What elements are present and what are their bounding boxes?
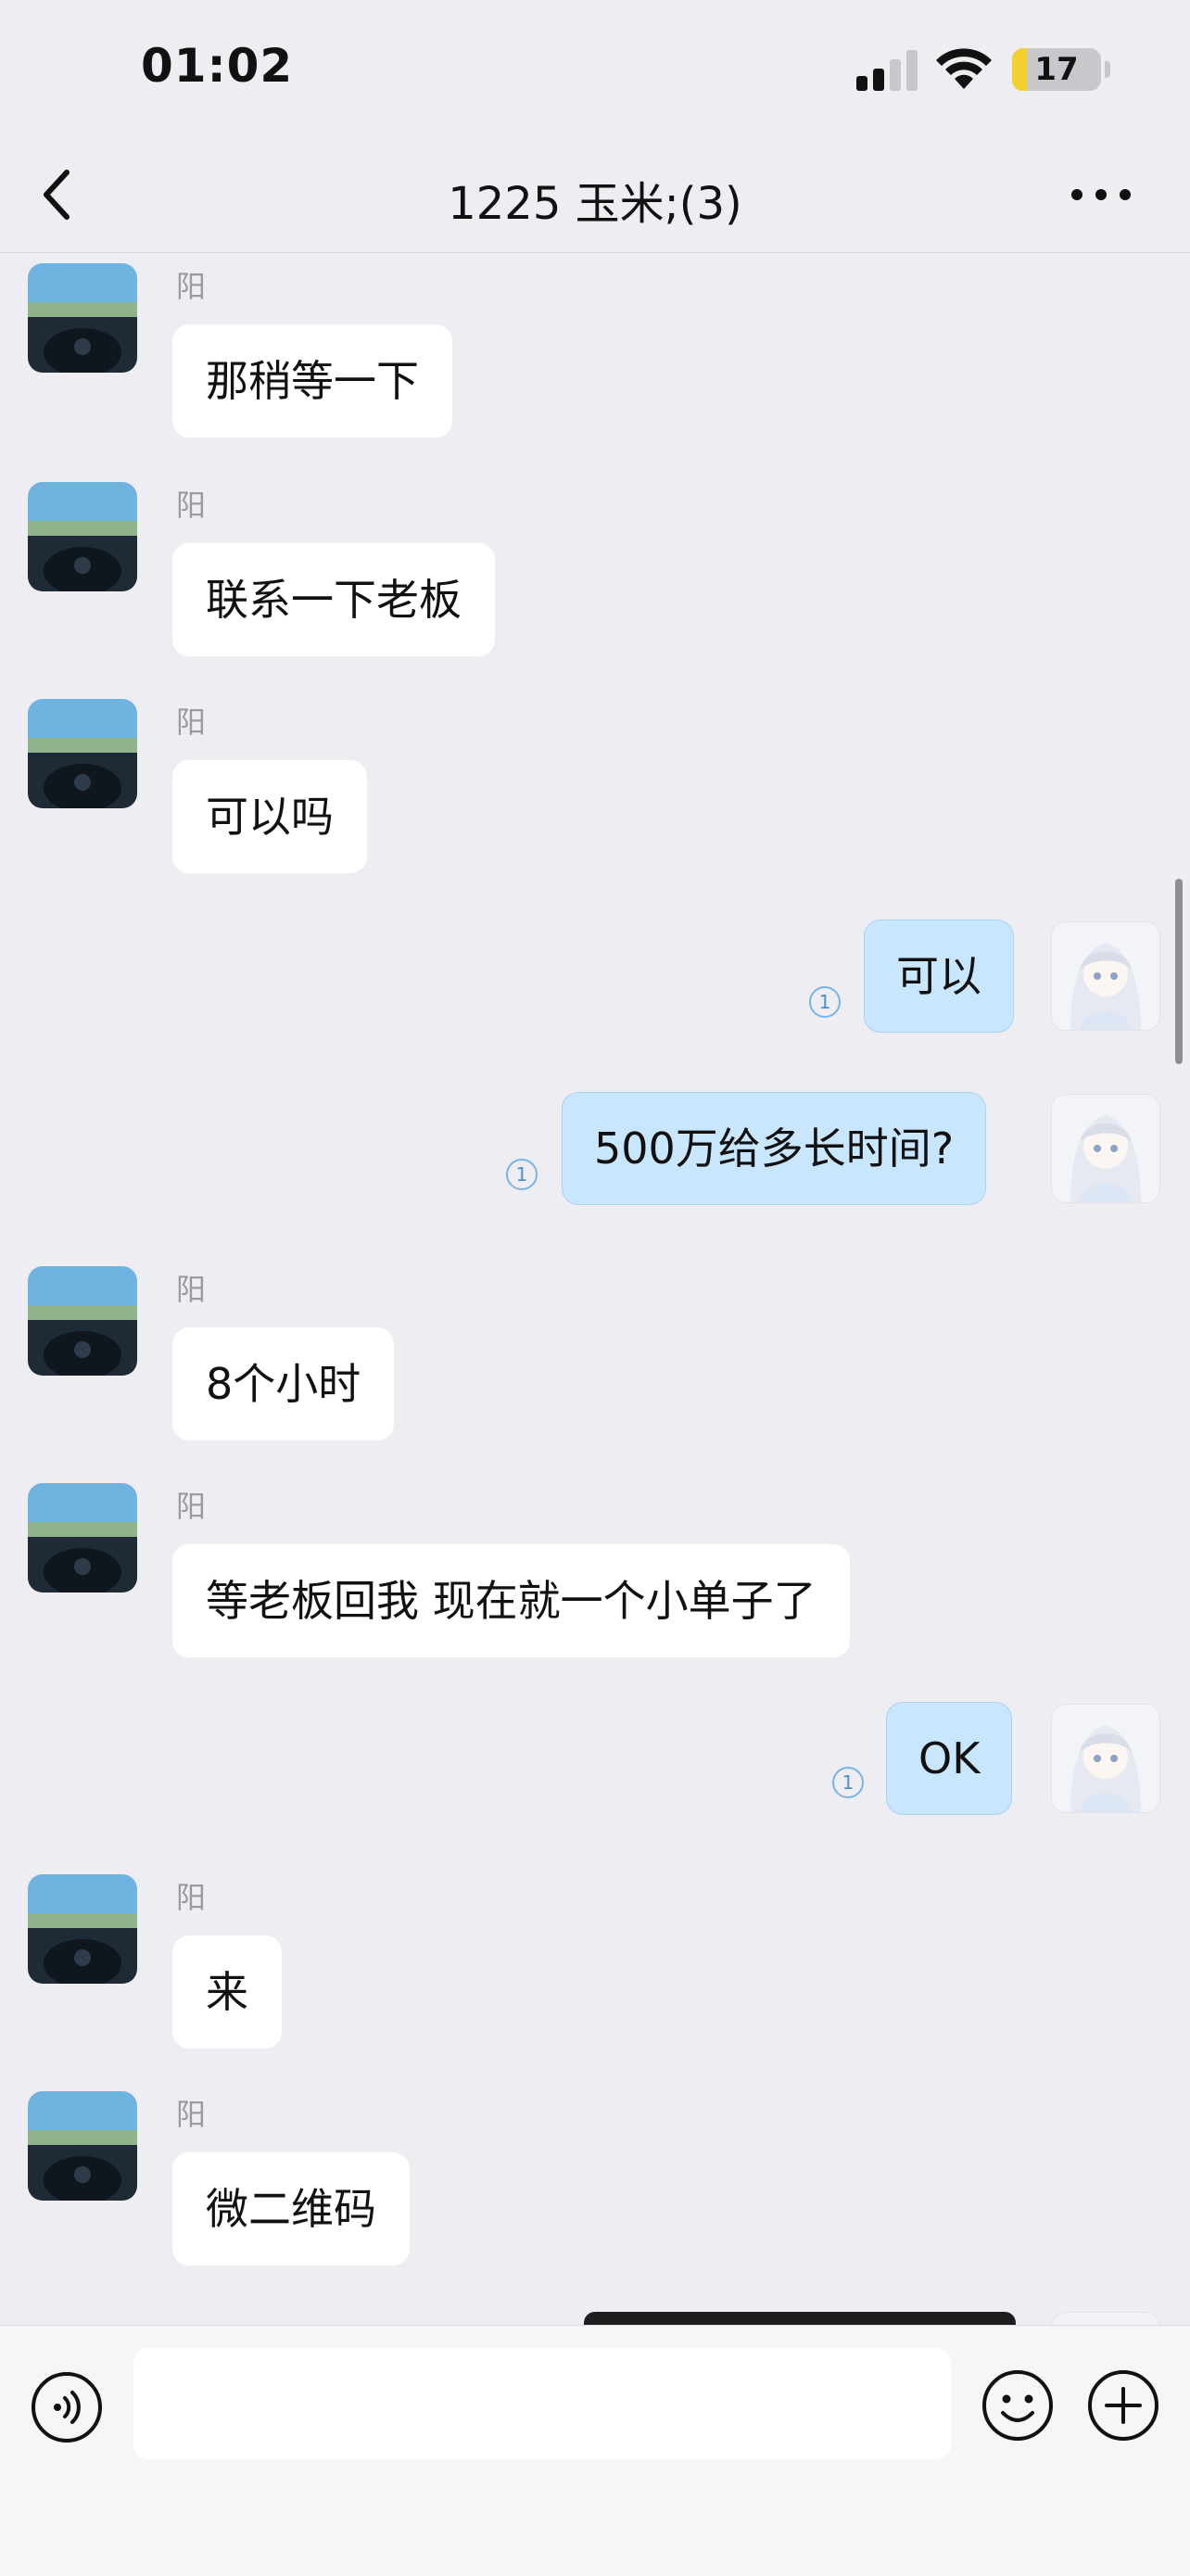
message-bubble[interactable]: 那稍等一下 [172,324,452,438]
message-bubble[interactable]: 等老板回我 现在就一个小单子了 [172,1544,850,1657]
message-bubble[interactable]: 500万给多长时间? [562,1092,987,1205]
self-avatar[interactable] [1051,1704,1160,1813]
contact-avatar[interactable] [28,2091,137,2201]
message-bubble[interactable]: 来 [172,1935,282,2049]
read-receipt-icon[interactable]: 1 [506,1159,538,1190]
message-input[interactable] [133,2348,951,2459]
message-bubble[interactable]: 联系一下老板 [172,543,495,656]
contact-avatar[interactable] [28,482,137,591]
cellular-signal-icon [856,50,918,91]
message-bubble[interactable]: 微二维码 [172,2152,410,2265]
contact-avatar[interactable] [28,263,137,373]
scrollbar[interactable] [1175,879,1183,1064]
voice-icon[interactable] [30,2370,104,2444]
read-receipt-icon[interactable]: 1 [809,986,841,1018]
plus-icon[interactable] [1086,2368,1160,2443]
contact-avatar[interactable] [28,1874,137,1984]
sender-name: 阳 [176,1880,207,1915]
sender-name: 阳 [176,1272,207,1307]
battery-indicator: 17 [1012,48,1101,91]
battery-level: 17 [1034,51,1079,88]
sender-name: 阳 [176,269,207,304]
more-horizontal-icon[interactable] [1064,163,1138,226]
sender-name: 阳 [176,1489,207,1524]
sender-name: 阳 [176,2097,207,2132]
sender-name: 阳 [176,488,207,523]
message-bubble[interactable]: 可以 [864,920,1014,1033]
battery-tip [1105,61,1110,78]
status-bar: 01:02 17 [0,0,1190,139]
chat-title: 1225 玉米;(3) [448,178,742,230]
wifi-icon [936,48,992,89]
message-bubble[interactable]: OK [886,1702,1013,1815]
self-avatar[interactable] [1051,921,1160,1031]
input-bar [0,2325,1190,2576]
nav-bar: 1225 玉米;(3) [0,139,1190,253]
message-bubble[interactable]: 8个小时 [172,1327,395,1440]
contact-avatar[interactable] [28,1266,137,1376]
self-avatar[interactable] [1051,1094,1160,1203]
contact-avatar[interactable] [28,1483,137,1593]
sender-name: 阳 [176,704,207,740]
emoji-icon[interactable] [981,2368,1055,2443]
message-bubble[interactable]: 可以吗 [172,760,367,873]
contact-avatar[interactable] [28,699,137,808]
read-receipt-icon[interactable]: 1 [832,1767,864,1798]
status-time: 01:02 [141,39,294,93]
